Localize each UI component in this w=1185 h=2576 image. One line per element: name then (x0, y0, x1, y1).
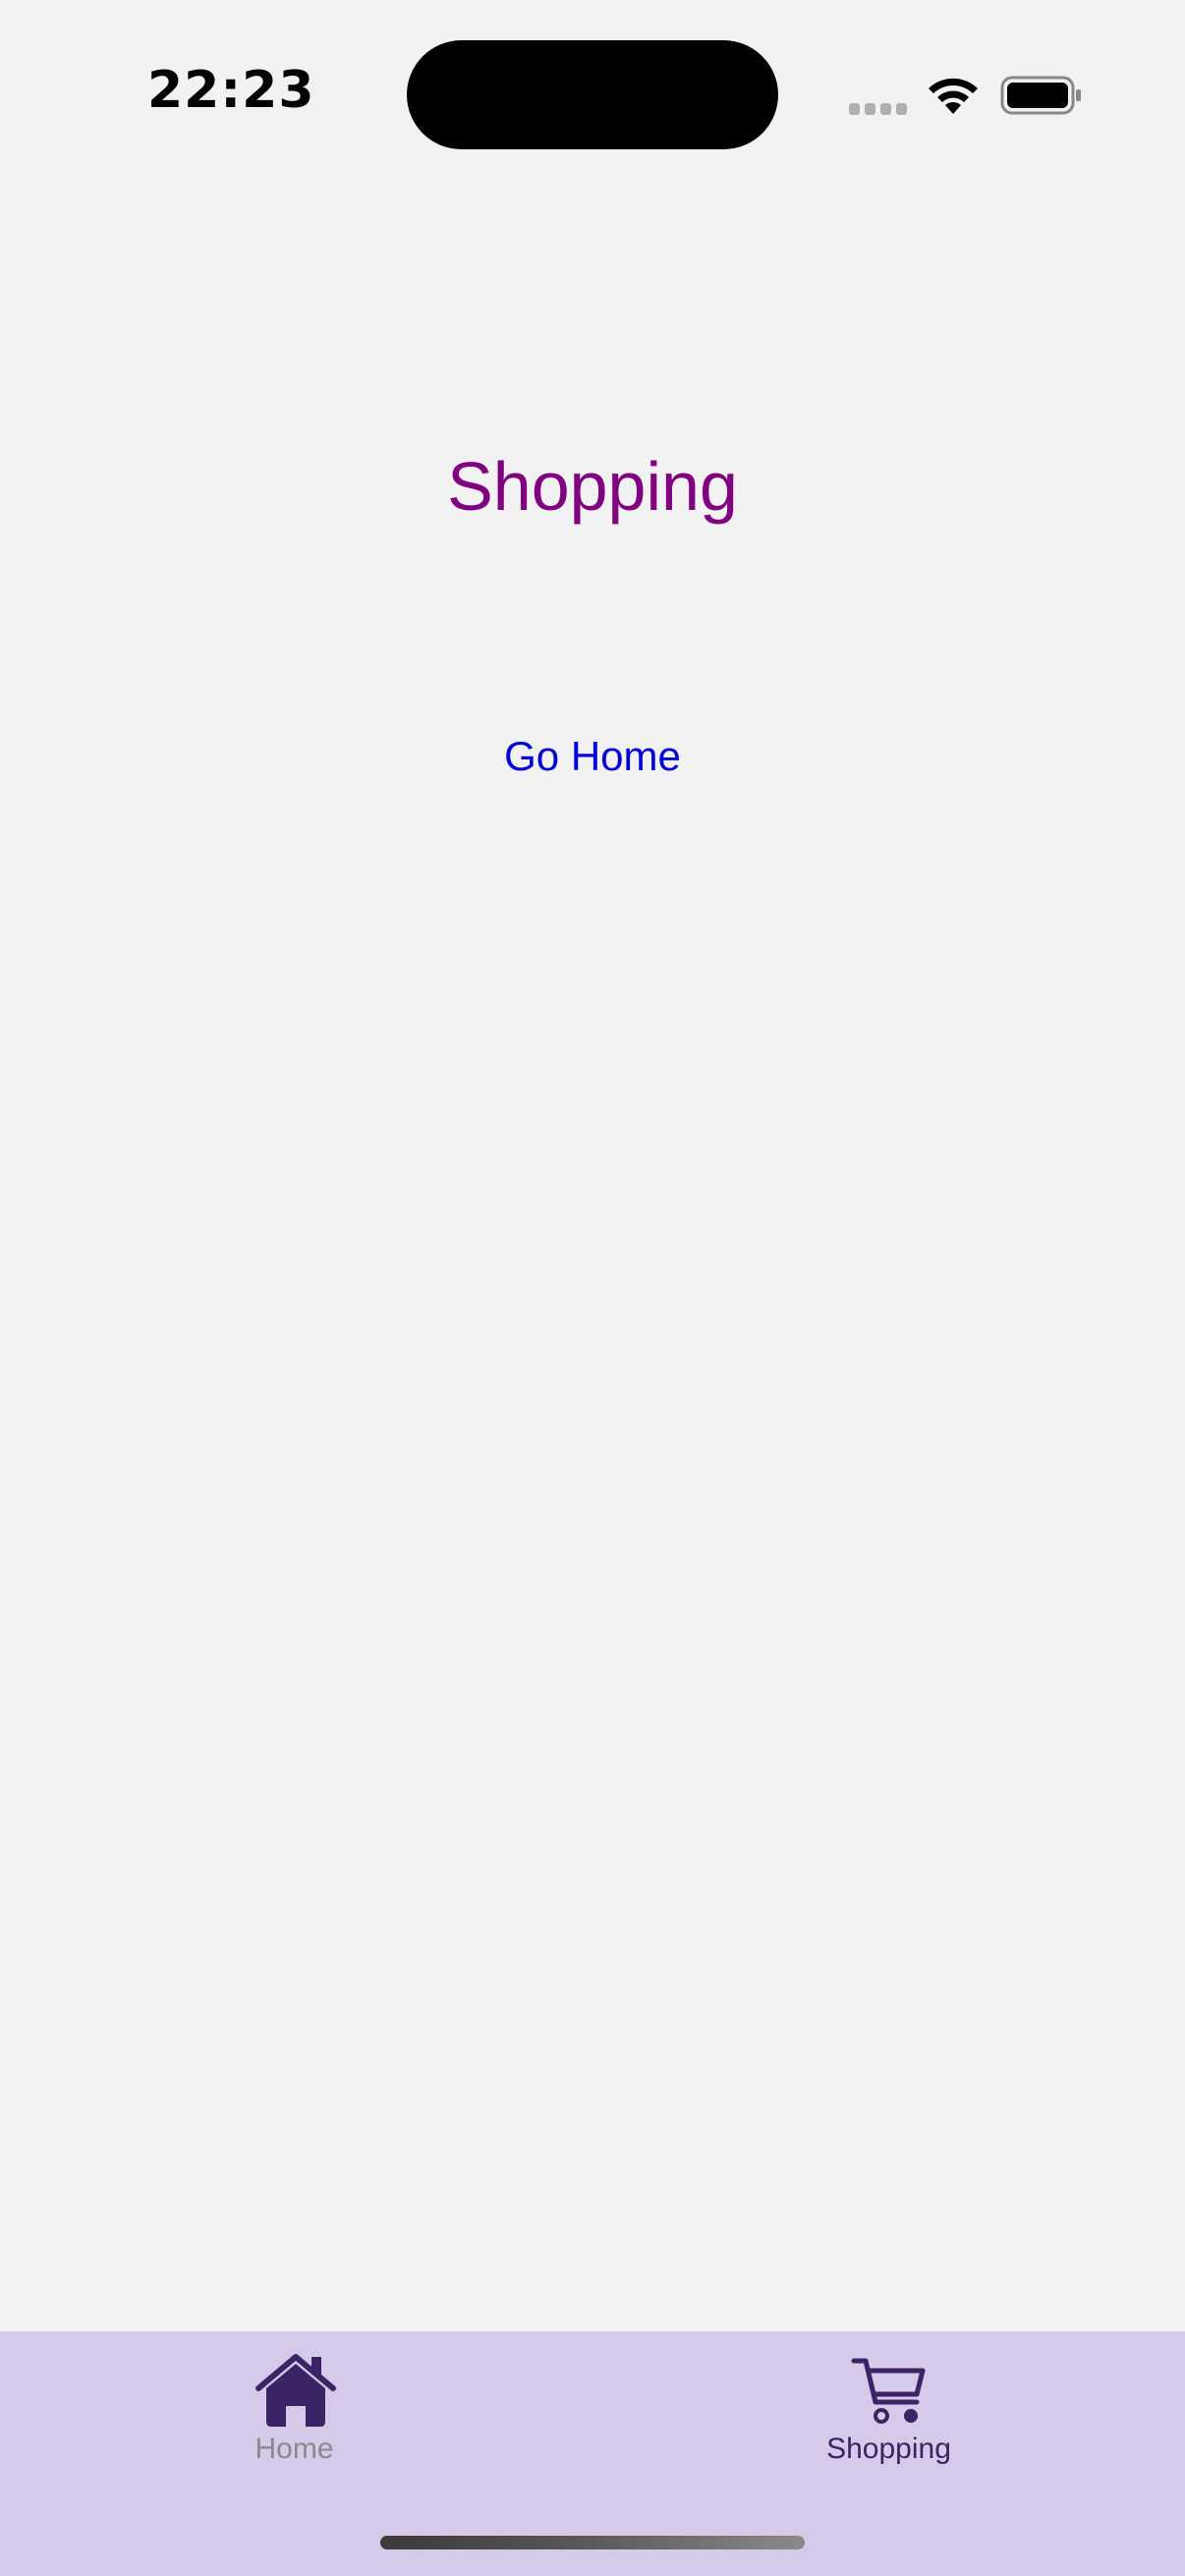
cellular-signal-icon (849, 103, 907, 115)
page-title: Shopping (447, 448, 738, 525)
home-indicator[interactable] (380, 2536, 805, 2549)
battery-icon (1000, 76, 1081, 115)
tab-shopping[interactable]: Shopping (592, 2331, 1185, 2489)
dynamic-island (407, 40, 778, 149)
tab-home[interactable]: Home (0, 2331, 592, 2489)
home-icon (255, 2354, 336, 2427)
status-time: 22:23 (147, 61, 315, 120)
tab-shopping-label: Shopping (826, 2433, 951, 2465)
wifi-icon (929, 78, 978, 114)
tab-home-label: Home (254, 2433, 334, 2465)
cart-icon (851, 2358, 926, 2424)
go-home-button[interactable]: Go Home (445, 722, 740, 791)
app-screen: 22:23 Shopping Go Home Home Shopping (0, 0, 1185, 2576)
